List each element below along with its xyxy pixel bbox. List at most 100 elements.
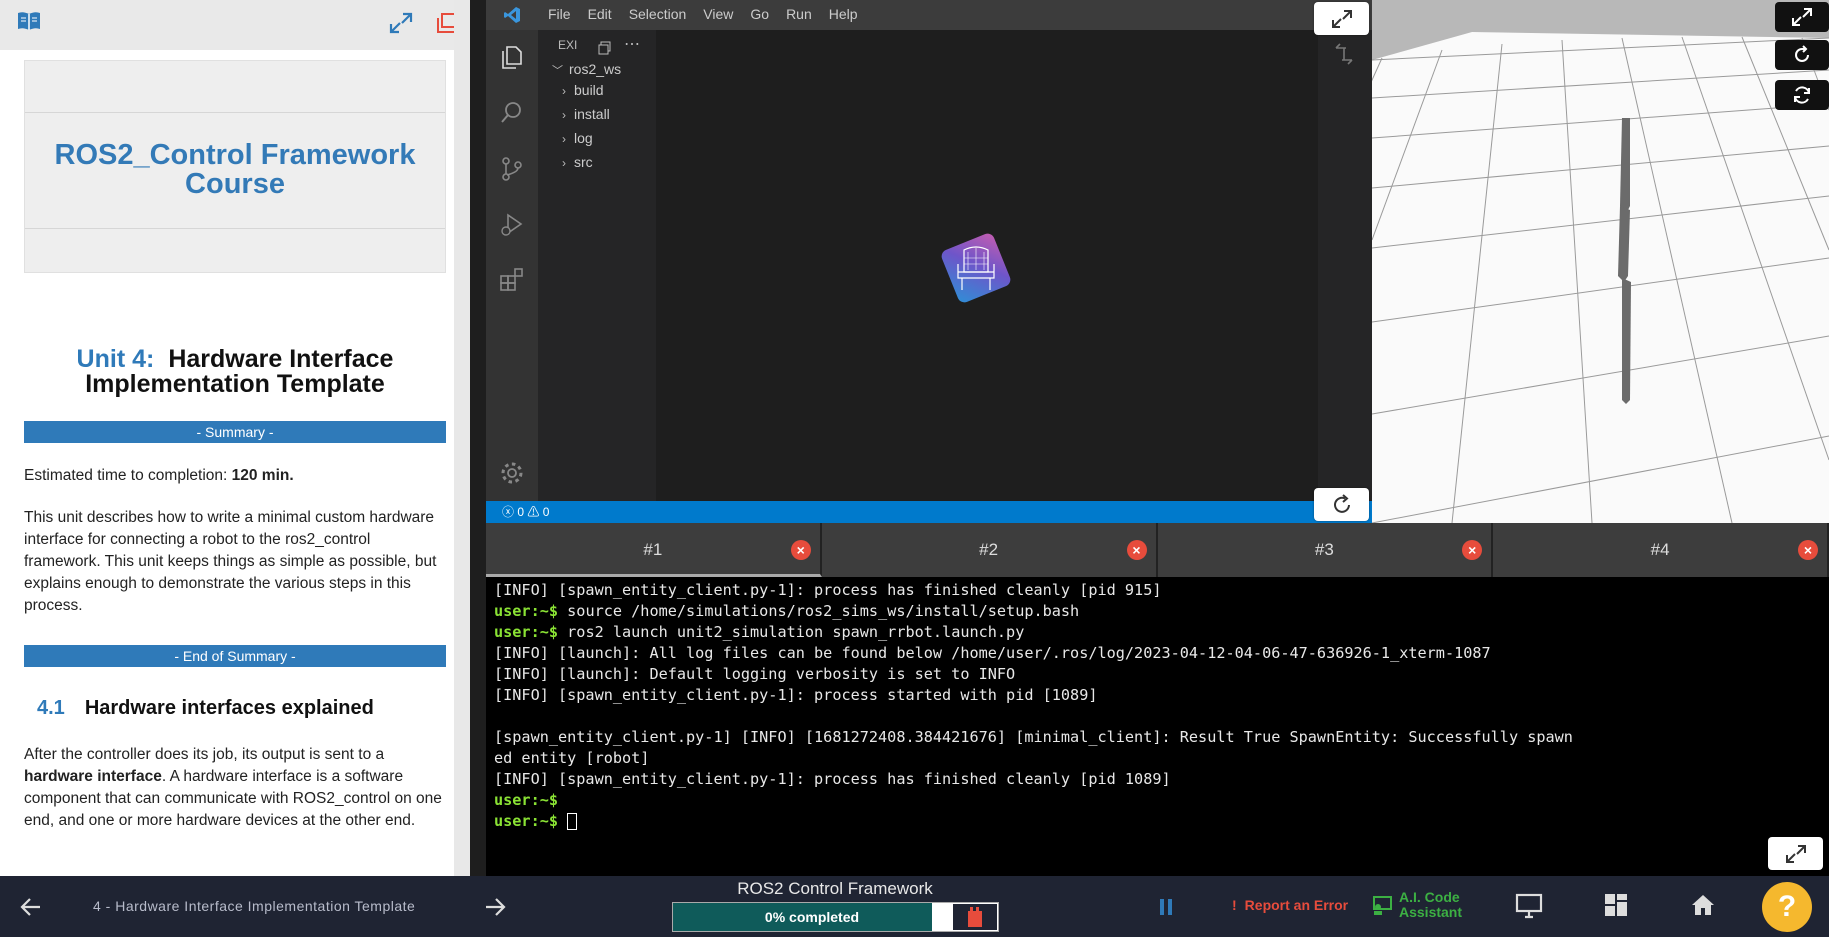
- section-text: After the controller does its job, its o…: [24, 746, 385, 763]
- reset-view-button[interactable]: [1775, 40, 1829, 70]
- close-icon[interactable]: ×: [1462, 540, 1483, 560]
- chevron-right-icon: ›: [562, 156, 566, 170]
- tree-item-build[interactable]: › build: [562, 82, 604, 98]
- home-icon[interactable]: [1690, 893, 1716, 922]
- tree-root-ros2-ws[interactable]: ﹀ ros2_ws: [552, 61, 621, 78]
- chevron-right-icon: ›: [562, 84, 566, 98]
- expand-icon: [1331, 9, 1352, 28]
- extensions-icon[interactable]: [499, 266, 525, 297]
- more-actions-icon[interactable]: ⋯: [624, 34, 640, 54]
- course-title-card: ROS2_Control Framework Course: [24, 60, 446, 273]
- tree-item-label: src: [574, 154, 593, 170]
- course-content: ROS2_Control Framework Course Unit 4: Har…: [0, 50, 454, 876]
- course-progress-bar: 0% completed: [672, 902, 999, 932]
- editor-area[interactable]: [656, 30, 1318, 501]
- tree-item-log[interactable]: › log: [562, 130, 593, 146]
- section-heading: 4.1 Hardware interfaces explained: [24, 697, 446, 720]
- previous-unit-button[interactable]: [18, 895, 44, 924]
- settings-gear-icon[interactable]: [499, 460, 525, 491]
- estimated-label: Estimated time to completion:: [24, 467, 228, 484]
- warning-icon[interactable]: ⚠: [527, 505, 539, 519]
- section-title: Hardware interfaces explained: [84, 697, 374, 719]
- pause-icon: [1160, 899, 1172, 915]
- fullscreen-viewer-button[interactable]: [1775, 2, 1829, 32]
- error-icon[interactable]: ⓧ: [502, 505, 514, 519]
- expand-icon[interactable]: [389, 12, 413, 39]
- terminal-text: [INFO] [launch]: All log files can be fo…: [494, 644, 1491, 662]
- summary-banner: - Summary -: [24, 421, 446, 443]
- menu-run[interactable]: Run: [786, 0, 812, 30]
- terminal-tab-1[interactable]: #1 ×: [486, 523, 822, 577]
- menu-file[interactable]: File: [548, 0, 571, 30]
- ai-label: A.I. Code Assistant: [1399, 890, 1462, 920]
- terminal-line: [INFO] [launch]: Default logging verbosi…: [494, 664, 1829, 685]
- sync-icon: [1794, 86, 1810, 104]
- status-bar: ⓧ 0 ⚠ 0: [486, 501, 1372, 523]
- terminal-text: [INFO] [launch]: Default logging verbosi…: [494, 665, 1016, 683]
- chevron-right-icon: ›: [562, 132, 566, 146]
- terminal-tabs: #1 × #2 × #3 × #4 ×: [486, 523, 1829, 577]
- current-unit-title[interactable]: 4 - Hardware Interface Implementation Te…: [93, 898, 415, 914]
- run-debug-icon[interactable]: [499, 212, 525, 243]
- course-panel: ROS2_Control Framework Course Unit 4: Har…: [0, 0, 470, 876]
- source-control-icon[interactable]: [499, 156, 525, 187]
- terminal-tab-4[interactable]: #4 ×: [1493, 523, 1829, 577]
- terminal-tab-2[interactable]: #2 ×: [822, 523, 1158, 577]
- desktop-icon[interactable]: [1515, 893, 1543, 924]
- terminal-text: source /home/simulations/ros2_sims_ws/in…: [558, 602, 1080, 620]
- help-button[interactable]: ?: [1762, 882, 1812, 932]
- editor-side-column: [1318, 30, 1372, 501]
- layout-grid-icon[interactable]: [1604, 893, 1628, 922]
- next-unit-button[interactable]: [482, 895, 508, 924]
- ai-label-line: A.I. Code: [1399, 889, 1460, 905]
- menu-edit[interactable]: Edit: [588, 0, 612, 30]
- tree-item-label: install: [574, 106, 610, 122]
- tab-label: #1: [643, 540, 663, 559]
- menu-help[interactable]: Help: [829, 0, 858, 30]
- warning-count[interactable]: 0: [543, 505, 550, 519]
- menu-bar: File Edit Selection View Go Run Help: [486, 0, 1372, 30]
- new-file-icon[interactable]: [598, 41, 612, 60]
- accounts-icon[interactable]: [1332, 42, 1356, 71]
- tree-item-install[interactable]: › install: [562, 106, 610, 122]
- terminal-text: [spawn_entity_client.py-1] [INFO] [16812…: [494, 728, 1573, 746]
- search-icon[interactable]: [499, 100, 525, 131]
- terminal-line: [INFO] [spawn_entity_client.py-1]: proce…: [494, 685, 1829, 706]
- estimated-value: 120 min.: [231, 467, 294, 484]
- close-icon[interactable]: ×: [790, 540, 811, 560]
- simulation-viewport[interactable]: [1372, 0, 1829, 523]
- unit-description: This unit describes how to write a minim…: [24, 509, 437, 614]
- files-icon[interactable]: [499, 44, 525, 75]
- ai-code-assistant-button[interactable]: A.I. Code Assistant: [1371, 890, 1462, 920]
- tree-item-src[interactable]: › src: [562, 154, 593, 170]
- fullscreen-editor-button[interactable]: [1314, 2, 1369, 35]
- terminal-prompt: user:~$: [494, 812, 559, 830]
- fullscreen-terminal-button[interactable]: [1768, 837, 1823, 870]
- book-icon[interactable]: [16, 10, 42, 37]
- ground-grid: [1372, 0, 1829, 523]
- terminal-output[interactable]: [INFO] [spawn_entity_client.py-1]: proce…: [486, 577, 1829, 876]
- close-icon[interactable]: ×: [1126, 540, 1147, 560]
- menu-go[interactable]: Go: [750, 0, 769, 30]
- menu-view[interactable]: View: [703, 0, 733, 30]
- explorer-header: EXI: [558, 38, 578, 52]
- activity-bar: [486, 30, 538, 501]
- progress-text: 0% completed: [764, 909, 860, 925]
- report-label: Report an Error: [1244, 897, 1349, 913]
- tree-item-label: build: [574, 82, 604, 98]
- terminal-prompt: user:~$: [494, 791, 559, 809]
- pause-button[interactable]: [1158, 897, 1174, 922]
- explorer-panel: EXI ⋯ ﹀ ros2_ws › build › install › log › src: [538, 30, 656, 501]
- windows-icon[interactable]: [436, 12, 454, 39]
- section-text-bold: hardware interface: [24, 768, 162, 785]
- estimated-time: Estimated time to completion: 120 min.: [24, 465, 446, 487]
- reload-simulation-button[interactable]: [1775, 80, 1829, 110]
- chair-logo-icon: [928, 220, 1024, 321]
- menu-selection[interactable]: Selection: [629, 0, 687, 30]
- close-icon[interactable]: ×: [1798, 540, 1818, 560]
- reload-editor-button[interactable]: [1314, 488, 1369, 521]
- terminal-tab-3[interactable]: #3 ×: [1158, 523, 1494, 577]
- report-error-button[interactable]: ! Report an Error: [1232, 897, 1348, 913]
- terminal-cursor: [567, 813, 578, 830]
- error-count[interactable]: 0: [517, 505, 524, 519]
